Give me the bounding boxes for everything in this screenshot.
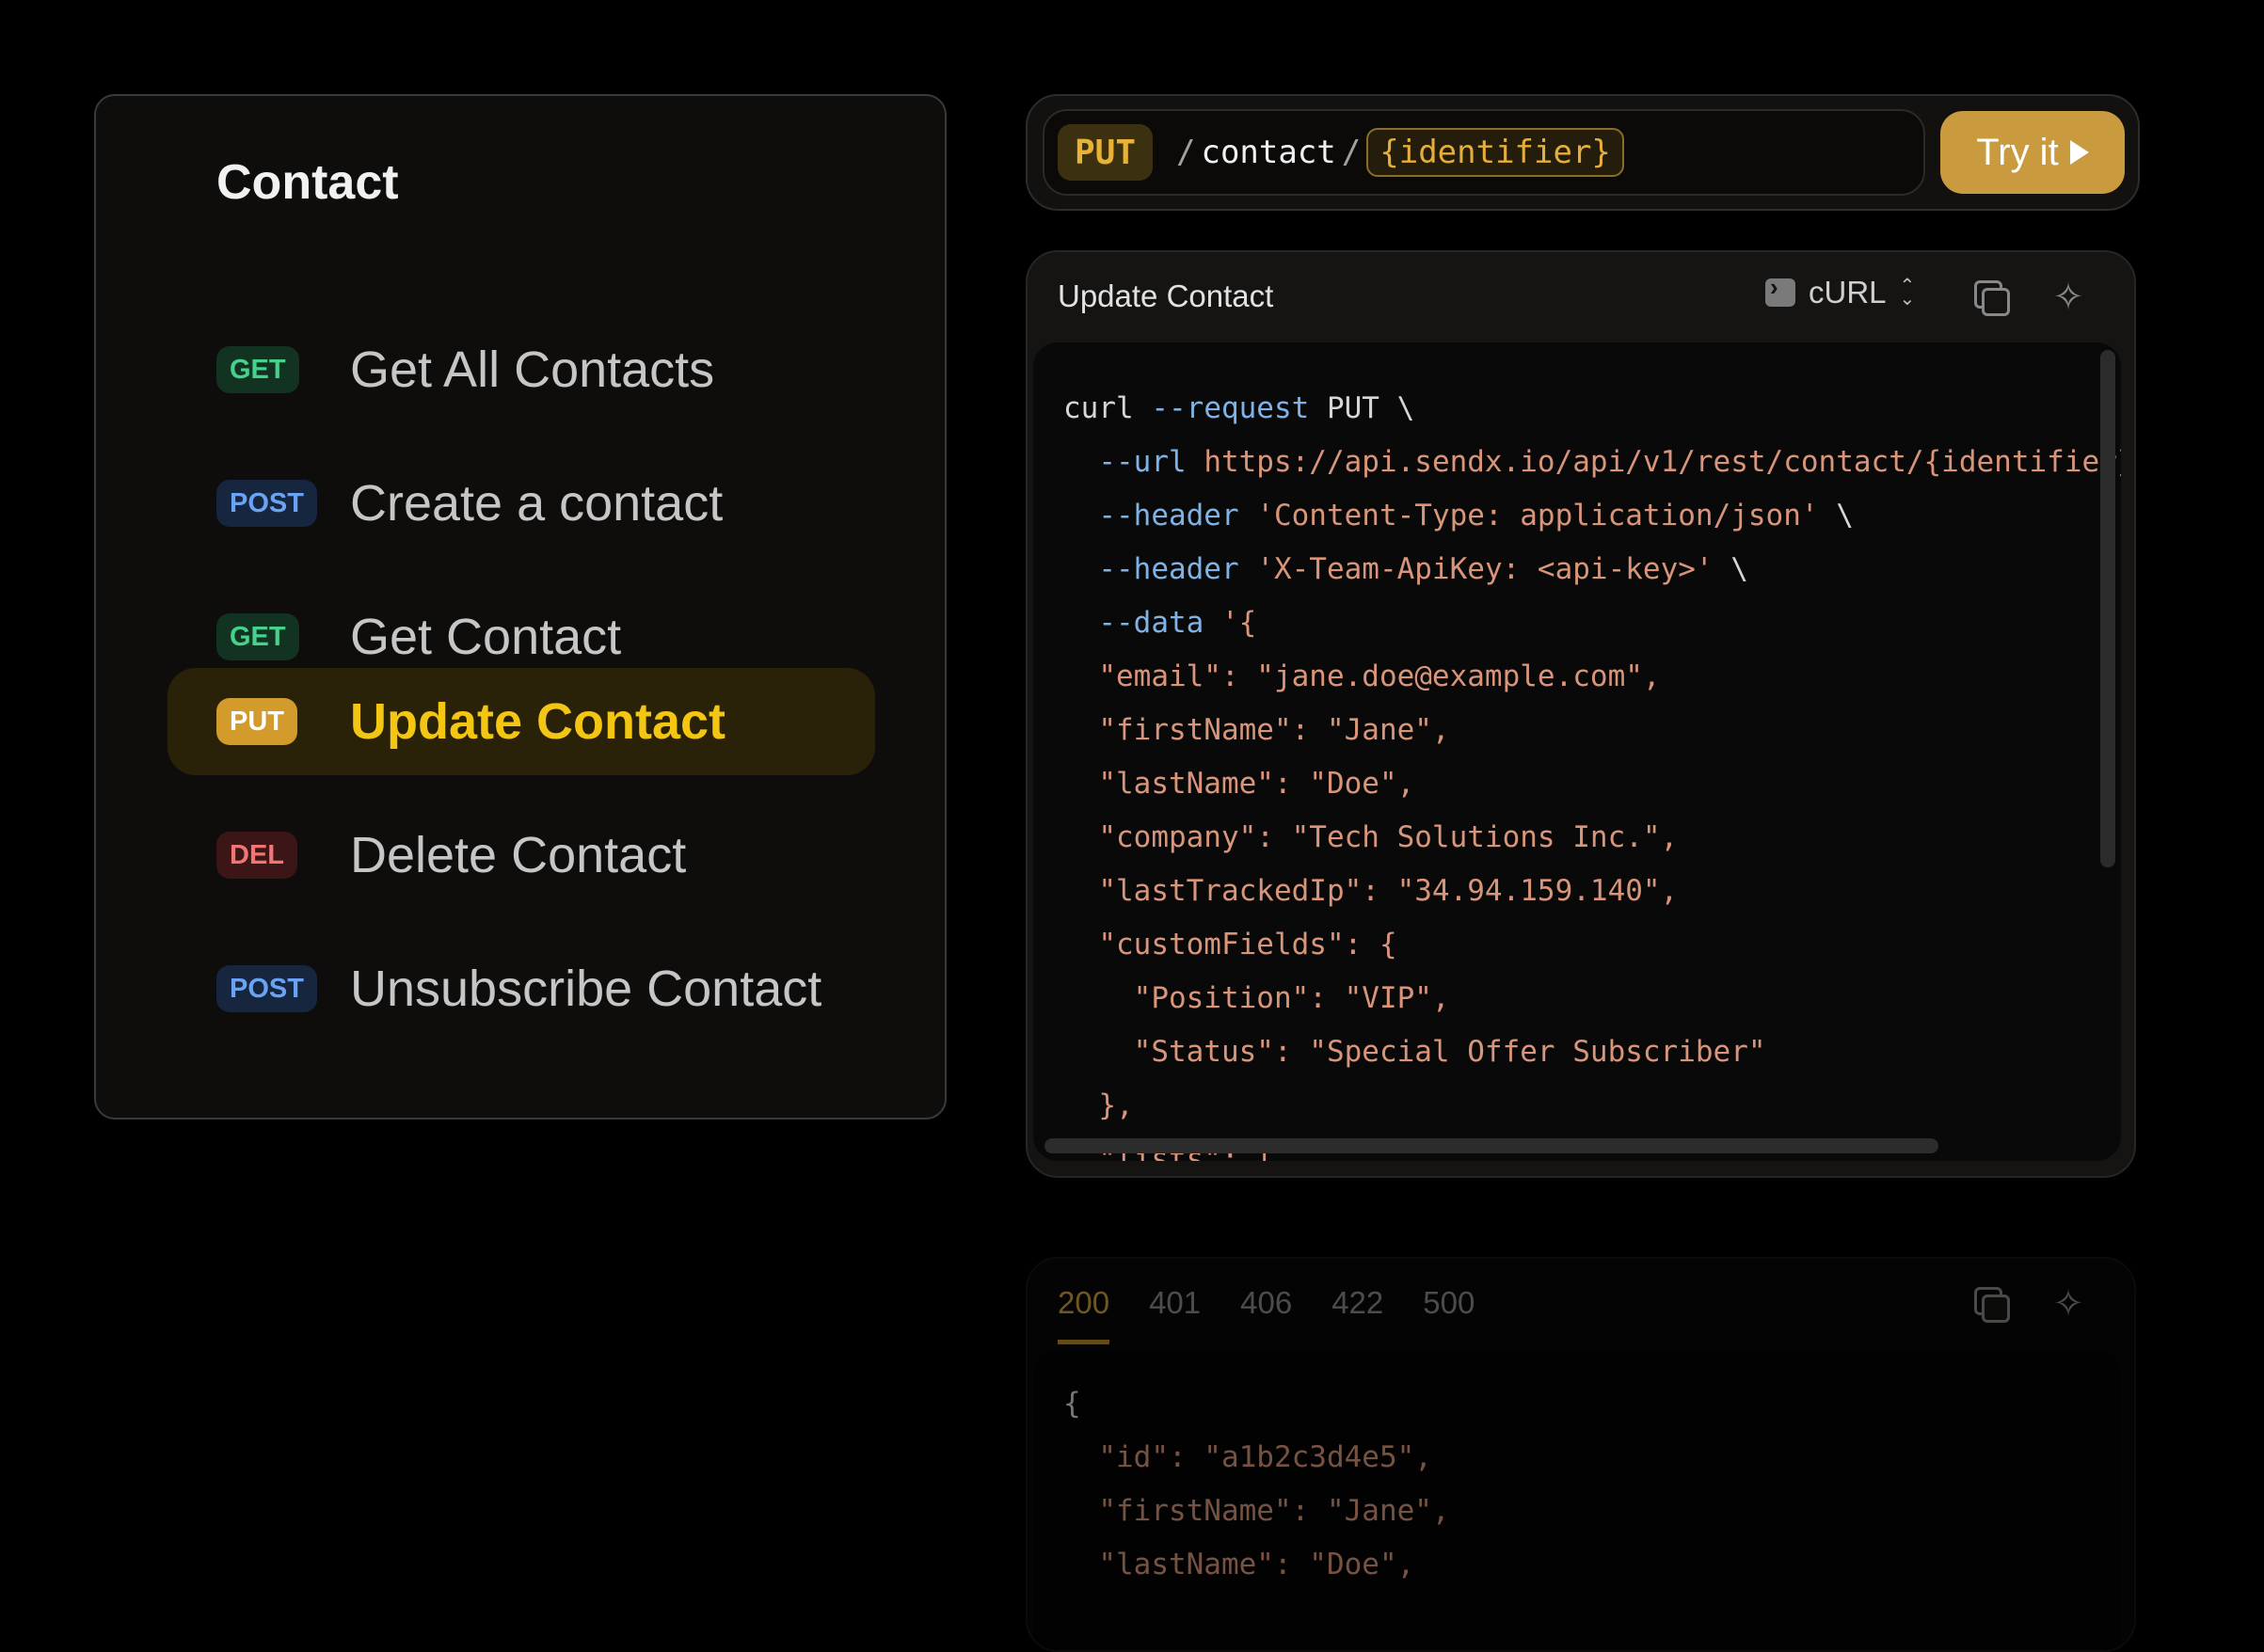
code-line: "email": "jane.doe@example.com", — [1063, 650, 2121, 704]
code-token: }, — [1063, 1088, 1134, 1122]
code-line: "customFields": { — [1063, 918, 2121, 972]
code-line: --header 'X-Team-ApiKey: <api-key>' \ — [1063, 543, 2121, 596]
code-line: --header 'Content-Type: application/json… — [1063, 489, 2121, 543]
code-block: curl --request PUT \ --url https://api.s… — [1033, 342, 2121, 1161]
terminal-icon — [1765, 273, 1795, 307]
code-line: --url https://api.sendx.io/api/v1/rest/c… — [1063, 436, 2121, 489]
code-content: { "id": "a1b2c3d4e5", "firstName": "Jane… — [1063, 1377, 1450, 1592]
code-line: "firstName": "Jane", — [1063, 1485, 1450, 1538]
path-separator: / — [1176, 134, 1196, 171]
code-line: "Status": "Special Offer Subscriber" — [1063, 1025, 2121, 1079]
code-token: "company": "Tech Solutions Inc.", — [1063, 820, 1679, 854]
sidebar-item-label: Create a contact — [350, 475, 724, 532]
code-line: "id": "a1b2c3d4e5", — [1063, 1431, 1450, 1485]
code-token: --data — [1063, 606, 1221, 640]
code-line: --data '{ — [1063, 596, 2121, 650]
code-line: "company": "Tech Solutions Inc.", — [1063, 811, 2121, 865]
method-badge: POST — [216, 480, 317, 527]
code-token: "firstName": "Jane", — [1063, 1494, 1450, 1528]
code-line: "firstName": "Jane", — [1063, 704, 2121, 757]
code-token: https://api.sendx.io/api/v1/rest/contact… — [1204, 445, 2121, 479]
code-token: "lastName": "Doe", — [1063, 1548, 1415, 1581]
code-line: "lastName": "Doe", — [1063, 1538, 1450, 1592]
path-segment: contact — [1201, 134, 1336, 171]
sidebar-item-get-all-contacts[interactable]: GET Get All Contacts — [167, 316, 875, 423]
code-token: "id": "a1b2c3d4e5", — [1063, 1440, 1432, 1474]
vertical-scrollbar[interactable] — [2100, 350, 2115, 867]
code-line: curl --request PUT \ — [1063, 382, 2121, 436]
sidebar-item-label: Unsubscribe Contact — [350, 961, 822, 1017]
tab-status-200[interactable]: 200 — [1058, 1285, 1110, 1344]
method-badge: PUT — [1058, 124, 1154, 181]
code-token: \ — [1713, 552, 1748, 586]
code-content: curl --request PUT \ --url https://api.s… — [1063, 382, 2121, 1161]
sidebar-item-label: Get All Contacts — [350, 342, 715, 398]
code-line: "lastTrackedIp": "34.94.159.140", — [1063, 865, 2121, 918]
code-token: --header — [1063, 499, 1257, 532]
tab-status-406[interactable]: 406 — [1240, 1285, 1292, 1344]
method-badge: POST — [216, 965, 317, 1012]
chevron-updown-icon: ⌃ ⌄ — [1899, 276, 1916, 310]
path-separator: / — [1341, 134, 1362, 171]
sidebar: Contact GET Get All Contacts POST Create… — [94, 94, 947, 1120]
sidebar-item-label: Delete Contact — [350, 827, 687, 883]
panel-title: Update Contact — [1058, 278, 1274, 313]
language-selector[interactable]: cURL ⌃⌄ — [1765, 273, 1916, 310]
response-code-block: { "id": "a1b2c3d4e5", "firstName": "Jane… — [1033, 1349, 2121, 1650]
code-token: '{ — [1220, 606, 1257, 640]
endpoint-path: / contact / {identifier} — [1171, 124, 1624, 181]
code-token: "firstName": "Jane", — [1063, 713, 1450, 747]
code-token: "lastTrackedIp": "34.94.159.140", — [1063, 874, 1679, 908]
method-badge: GET — [216, 613, 299, 660]
copy-icon[interactable] — [1974, 1287, 2010, 1323]
code-token: --request — [1151, 391, 1310, 425]
code-token: \ — [1818, 499, 1854, 532]
path-parameter[interactable]: {identifier} — [1366, 128, 1624, 177]
tab-status-500[interactable]: 500 — [1423, 1285, 1475, 1344]
response-example-panel: 200 401 406 422 500 ✧ { "id": "a1b2c3d4e5", … — [1026, 1257, 2136, 1652]
code-token: --header — [1063, 552, 1257, 586]
sidebar-item-delete-contact[interactable]: DEL Delete Contact — [167, 802, 875, 909]
code-line: }, — [1063, 1079, 2121, 1133]
code-token: 'X-Team-ApiKey: <api-key>' — [1256, 552, 1714, 586]
method-badge: PUT — [216, 698, 297, 745]
code-token: "lastName": "Doe", — [1063, 767, 1415, 801]
sparkle-icon[interactable]: ✧ — [2049, 1285, 2087, 1323]
sidebar-item-create-contact[interactable]: POST Create a contact — [167, 450, 875, 557]
endpoint-bar: PUT / contact / {identifier} Try it — [1026, 94, 2140, 211]
request-example-panel: Update Contact cURL ⌃⌄ ✧ curl --request … — [1026, 250, 2136, 1178]
code-token: "Status": "Special Offer Subscriber" — [1063, 1035, 1766, 1069]
code-token: PUT \ — [1309, 391, 1415, 425]
sidebar-item-unsubscribe-contact[interactable]: POST Unsubscribe Contact — [167, 935, 875, 1042]
code-token: --url — [1063, 445, 1204, 479]
method-badge: DEL — [216, 832, 297, 879]
sidebar-item-label: Update Contact — [350, 693, 726, 750]
code-line: { — [1063, 1377, 1450, 1431]
method-badge: GET — [216, 346, 299, 393]
tab-status-422[interactable]: 422 — [1331, 1285, 1383, 1344]
code-token: { — [1063, 1387, 1081, 1421]
code-token: 'Content-Type: application/json' — [1256, 499, 1819, 532]
copy-icon[interactable] — [1974, 280, 2010, 316]
code-line: "Position": "VIP", — [1063, 972, 2121, 1025]
sidebar-item-update-contact[interactable]: PUT Update Contact — [167, 668, 875, 775]
play-icon — [2069, 140, 2089, 165]
try-it-label: Try it — [1976, 131, 2059, 173]
code-token: "Position": "VIP", — [1063, 981, 1450, 1015]
horizontal-scrollbar[interactable] — [1044, 1138, 1938, 1153]
endpoint-url-field[interactable]: PUT / contact / {identifier} — [1043, 109, 1925, 196]
tab-status-401[interactable]: 401 — [1149, 1285, 1201, 1344]
code-token: curl — [1063, 391, 1152, 425]
code-line: "lastName": "Doe", — [1063, 757, 2121, 811]
status-tabs: 200 401 406 422 500 — [1058, 1285, 1475, 1344]
code-token: "customFields": { — [1063, 928, 1397, 961]
sidebar-title: Contact — [216, 155, 399, 210]
code-token: "email": "jane.doe@example.com", — [1063, 659, 1661, 693]
sidebar-item-label: Get Contact — [350, 609, 622, 665]
try-it-button[interactable]: Try it — [1940, 111, 2125, 194]
sparkle-icon[interactable]: ✧ — [2049, 278, 2087, 316]
language-label: cURL — [1809, 275, 1887, 310]
